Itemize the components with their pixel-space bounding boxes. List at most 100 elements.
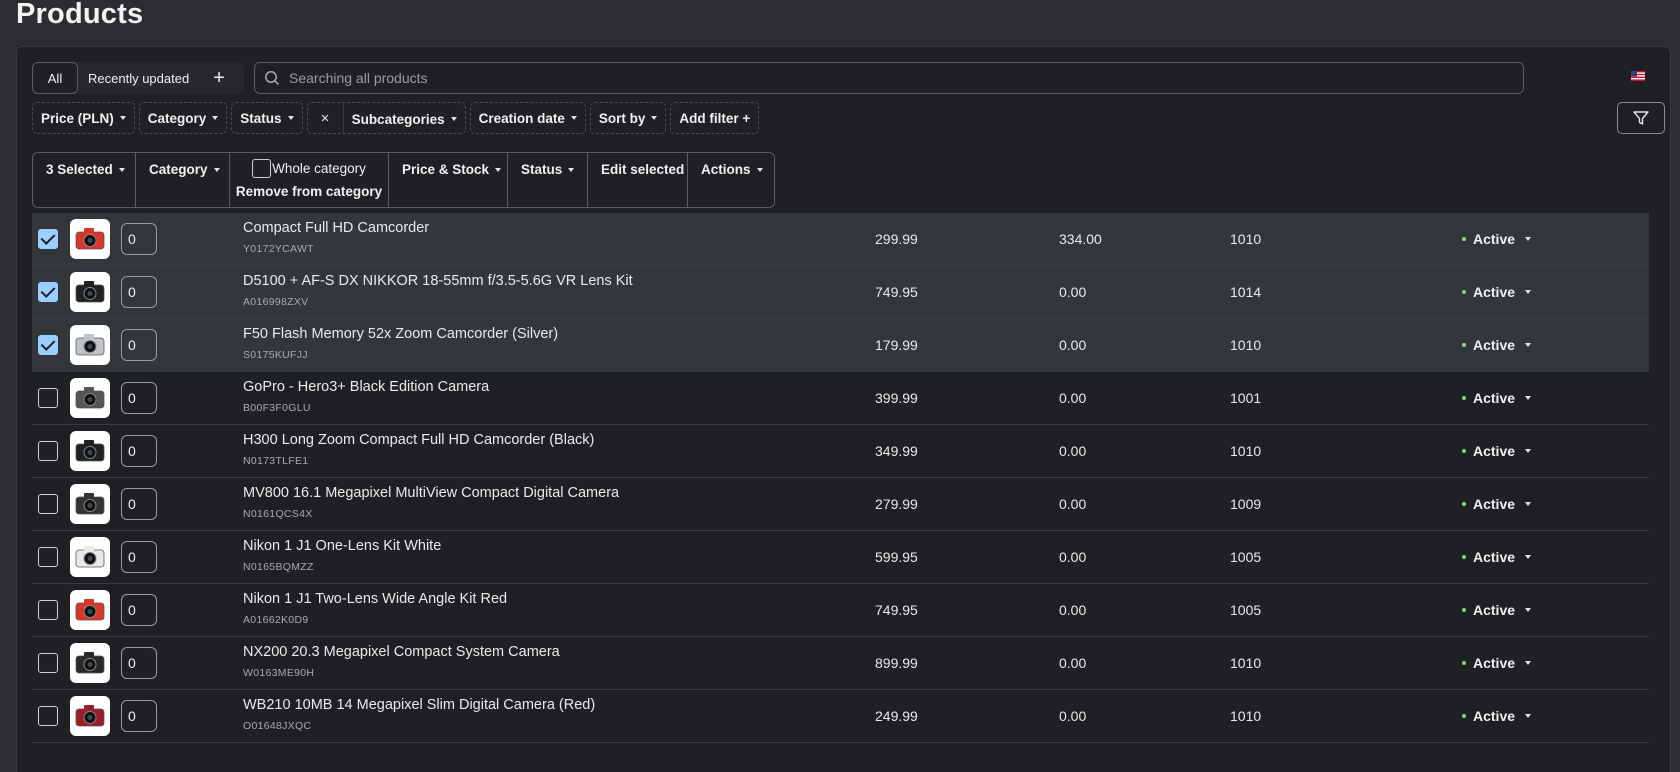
table-row[interactable]: 0 Nikon 1 J1 One-Lens Kit White N0165BQMZZ…: [32, 531, 1649, 584]
bulk-actions-dropdown[interactable]: Actions: [688, 153, 774, 207]
product-price: 249.99: [875, 708, 918, 724]
product-sku: A01662K0D9: [243, 614, 309, 626]
silver-camcorder-icon: [70, 325, 110, 365]
table-row[interactable]: 0 NX200 20.3 Megapixel Compact System Cam…: [32, 637, 1649, 690]
table-row[interactable]: 0 MV800 16.1 Megapixel MultiView Compact …: [32, 478, 1649, 531]
table-row[interactable]: 0 WB210 10MB 14 Megapixel Slim Digital Ca…: [32, 690, 1649, 743]
filter-sort-by[interactable]: Sort by: [589, 102, 667, 134]
caret-down-icon: [213, 168, 220, 173]
system-camera-icon: [70, 643, 110, 683]
filter-price[interactable]: Price (PLN): [32, 102, 135, 134]
status-dropdown[interactable]: Active: [1462, 443, 1532, 459]
search-input[interactable]: [289, 70, 1489, 86]
page-title: Products: [16, 0, 144, 30]
status-dropdown[interactable]: Active: [1462, 549, 1532, 565]
us-flag-icon[interactable]: [1631, 71, 1645, 81]
quantity-input[interactable]: 0: [121, 594, 157, 626]
whole-category-checkbox[interactable]: [252, 159, 272, 178]
status-dot-icon: [1462, 237, 1466, 241]
filter-toggle-button[interactable]: [1617, 102, 1665, 134]
quantity-input[interactable]: 0: [121, 329, 157, 361]
table-row[interactable]: 0 Compact Full HD Camcorder Y0172YCAWT 299.…: [32, 213, 1649, 266]
product-table: 0 Compact Full HD Camcorder Y0172YCAWT 299.…: [32, 213, 1649, 743]
caret-down-icon: [1525, 237, 1532, 241]
row-checkbox[interactable]: [38, 229, 58, 249]
filter-subcategories[interactable]: Subcategories: [344, 103, 465, 135]
row-checkbox[interactable]: [38, 547, 58, 567]
status-dropdown[interactable]: Active: [1462, 231, 1532, 247]
row-checkbox[interactable]: [38, 388, 58, 408]
row-checkbox[interactable]: [38, 600, 58, 620]
product-sku: N0165BQMZZ: [243, 561, 314, 573]
row-checkbox[interactable]: [38, 706, 58, 726]
status-dropdown[interactable]: Active: [1462, 390, 1532, 406]
caret-down-icon: [1525, 714, 1532, 718]
filter-creation-date[interactable]: Creation date: [469, 102, 586, 134]
caret-down-icon: [1525, 608, 1532, 612]
product-name[interactable]: Nikon 1 J1 Two-Lens Wide Angle Kit Red: [243, 591, 507, 607]
product-price: 599.95: [875, 549, 918, 565]
product-code: 1010: [1230, 337, 1262, 353]
status-dropdown[interactable]: Active: [1462, 602, 1532, 618]
product-name[interactable]: H300 Long Zoom Compact Full HD Camcorder…: [243, 432, 594, 448]
product-sku: S0175KUFJJ: [243, 349, 308, 361]
product-name[interactable]: Nikon 1 J1 One-Lens Kit White: [243, 538, 441, 554]
product-price: 279.99: [875, 496, 918, 512]
edit-selected-button[interactable]: Edit selected: [588, 153, 688, 207]
table-row[interactable]: 0 D5100 + AF-S DX NIKKOR 18-55mm f/3.5-5.…: [32, 266, 1649, 319]
whole-category-toggle[interactable]: Whole category: [252, 159, 366, 178]
add-filter-button[interactable]: Add filter +: [670, 102, 760, 134]
status-dropdown[interactable]: Active: [1462, 337, 1532, 353]
row-checkbox[interactable]: [38, 494, 58, 514]
product-code: 1010: [1230, 708, 1262, 724]
tab-all[interactable]: All: [32, 62, 78, 94]
quantity-input[interactable]: 0: [121, 488, 157, 520]
selected-count-dropdown[interactable]: 3 Selected: [33, 153, 136, 207]
quantity-input[interactable]: 0: [121, 435, 157, 467]
quantity-input[interactable]: 0: [121, 700, 157, 732]
caret-down-icon: [119, 116, 126, 120]
table-row[interactable]: 0 GoPro - Hero3+ Black Edition Camera B00F…: [32, 372, 1649, 425]
product-name[interactable]: F50 Flash Memory 52x Zoom Camcorder (Sil…: [243, 326, 558, 342]
product-secondary-price: 0.00: [1059, 708, 1087, 724]
product-code: 1005: [1230, 549, 1262, 565]
status-dropdown[interactable]: Active: [1462, 708, 1532, 724]
product-name[interactable]: D5100 + AF-S DX NIKKOR 18-55mm f/3.5-5.6…: [243, 273, 633, 289]
tab-recently-updated[interactable]: Recently updated: [88, 71, 189, 86]
bulk-price-stock-dropdown[interactable]: Price & Stock: [389, 153, 508, 207]
quantity-input[interactable]: 0: [121, 276, 157, 308]
bulk-status-dropdown[interactable]: Status: [508, 153, 588, 207]
caret-down-icon: [1525, 661, 1532, 665]
quantity-input[interactable]: 0: [121, 541, 157, 573]
view-tabs: All Recently updated +: [32, 62, 244, 94]
product-name[interactable]: GoPro - Hero3+ Black Edition Camera: [243, 379, 489, 395]
product-name[interactable]: NX200 20.3 Megapixel Compact System Came…: [243, 644, 560, 660]
product-name[interactable]: WB210 10MB 14 Megapixel Slim Digital Cam…: [243, 697, 595, 713]
table-row[interactable]: 0 F50 Flash Memory 52x Zoom Camcorder (Si…: [32, 319, 1649, 372]
product-price: 899.99: [875, 655, 918, 671]
quantity-input[interactable]: 0: [121, 382, 157, 414]
row-checkbox[interactable]: [38, 653, 58, 673]
add-tab-button[interactable]: +: [213, 68, 225, 88]
clear-filter-icon[interactable]: ×: [308, 103, 344, 133]
filter-category[interactable]: Category: [138, 102, 228, 134]
status-dropdown[interactable]: Active: [1462, 655, 1532, 671]
row-checkbox[interactable]: [38, 335, 58, 355]
product-secondary-price: 0.00: [1059, 602, 1087, 618]
product-price: 179.99: [875, 337, 918, 353]
table-row[interactable]: 0 Nikon 1 J1 Two-Lens Wide Angle Kit Red A…: [32, 584, 1649, 637]
status-dropdown[interactable]: Active: [1462, 284, 1532, 300]
filter-status[interactable]: Status: [231, 102, 303, 134]
quantity-input[interactable]: 0: [121, 223, 157, 255]
remove-from-category-button[interactable]: Remove from category: [236, 184, 382, 199]
row-checkbox[interactable]: [38, 441, 58, 461]
bulk-category-dropdown[interactable]: Category: [136, 153, 230, 207]
status-dropdown[interactable]: Active: [1462, 496, 1532, 512]
product-name[interactable]: Compact Full HD Camcorder: [243, 220, 429, 236]
status-dot-icon: [1462, 555, 1466, 559]
row-checkbox[interactable]: [38, 282, 58, 302]
table-row[interactable]: 0 H300 Long Zoom Compact Full HD Camcorde…: [32, 425, 1649, 478]
product-name[interactable]: MV800 16.1 Megapixel MultiView Compact D…: [243, 485, 619, 501]
quantity-input[interactable]: 0: [121, 647, 157, 679]
whole-category-group: Whole category Remove from category: [230, 153, 389, 207]
